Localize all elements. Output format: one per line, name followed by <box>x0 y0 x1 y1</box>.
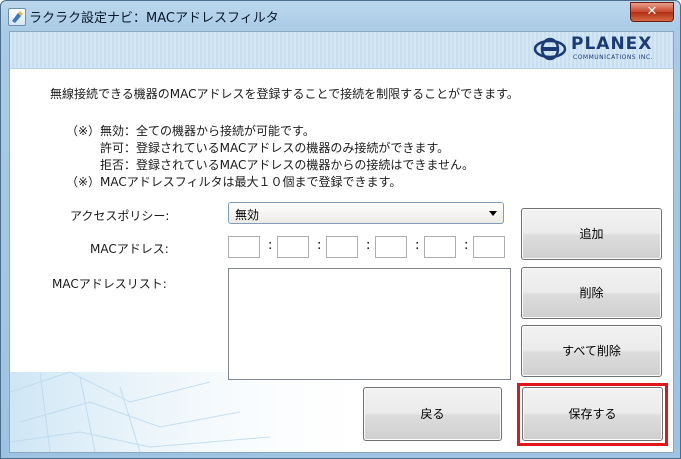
window-title: ラクラク設定ナビ：MACアドレスフィルタ <box>29 11 279 26</box>
note-deny: 拒否：登録されているMACアドレスの機器からの接続はできません。 <box>100 158 475 172</box>
note-disabled: （※）無効：全ての機器から接続が可能です。 <box>66 124 315 138</box>
mac-separator: : <box>366 238 371 253</box>
mac-address-list[interactable] <box>228 268 511 380</box>
mac-octet-3[interactable] <box>326 236 358 258</box>
save-button[interactable]: 保存する <box>522 387 663 441</box>
delete-all-button-label: すべて削除 <box>562 344 621 358</box>
delete-all-button[interactable]: すべて削除 <box>521 325 662 377</box>
logo-sub-text: COMMUNICATIONS INC. <box>573 54 653 61</box>
save-button-label: 保存する <box>568 407 617 421</box>
mac-octet-5[interactable] <box>424 236 456 258</box>
mac-list-label: MACアドレスリスト: <box>52 277 167 291</box>
dialog-window: ラクラク設定ナビ：MACアドレスフィルタ ✕ PLANEX COMMUNICAT… <box>0 0 681 459</box>
access-policy-select[interactable]: 無効 <box>228 202 504 224</box>
access-policy-label: アクセスポリシー: <box>70 209 170 223</box>
planex-logo: PLANEX COMMUNICATIONS INC. <box>533 34 663 65</box>
mac-separator: : <box>268 238 273 253</box>
delete-button-label: 削除 <box>579 286 604 300</box>
mac-octet-2[interactable] <box>277 236 309 258</box>
close-button[interactable]: ✕ <box>630 2 674 22</box>
back-button[interactable]: 戻る <box>363 387 502 441</box>
access-policy-value: 無効 <box>235 208 260 222</box>
mac-octet-4[interactable] <box>375 236 407 258</box>
mac-octet-1[interactable] <box>228 236 260 258</box>
title-bar[interactable]: ラクラク設定ナビ：MACアドレスフィルタ ✕ <box>1 1 680 31</box>
dialog-content: PLANEX COMMUNICATIONS INC. 無線接続できる機器のMAC… <box>9 31 674 453</box>
header-banner: PLANEX COMMUNICATIONS INC. <box>10 32 673 69</box>
app-settings-icon <box>8 8 26 26</box>
back-button-label: 戻る <box>420 407 445 421</box>
logo-brand-text: PLANEX <box>571 34 653 54</box>
mac-separator: : <box>464 238 469 253</box>
note-allow: 許可：登録されているMACアドレスの機器のみ接続ができます。 <box>100 141 450 155</box>
mac-separator: : <box>317 238 322 253</box>
mac-separator: : <box>415 238 420 253</box>
mac-octet-6[interactable] <box>473 236 505 258</box>
note-max: （※）MACアドレスフィルタは最大１０個まで登録できます。 <box>66 175 402 189</box>
mac-address-label: MACアドレス: <box>90 242 169 256</box>
close-icon: ✕ <box>646 4 658 19</box>
add-button-label: 追加 <box>579 227 604 241</box>
intro-text: 無線接続できる機器のMACアドレスを登録することで接続を制限することができます。 <box>50 87 519 101</box>
delete-button[interactable]: 削除 <box>521 267 662 319</box>
planex-logo-icon <box>533 37 567 61</box>
chevron-down-icon <box>489 211 497 216</box>
add-button[interactable]: 追加 <box>521 208 662 260</box>
